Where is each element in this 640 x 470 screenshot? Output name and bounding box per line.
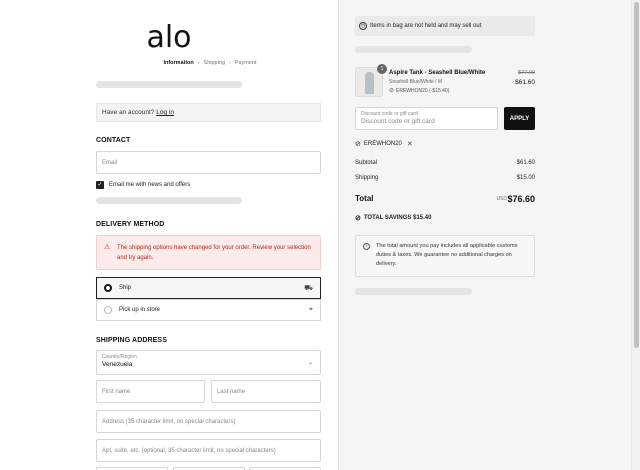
chevron-right-icon: › bbox=[197, 60, 200, 66]
total-row: Total USD $76.60 bbox=[355, 194, 535, 204]
duties-info-text: The total amount you pay includes all ap… bbox=[376, 243, 518, 267]
shipping-value: $15.00 bbox=[516, 175, 535, 181]
pickup-radio[interactable] bbox=[104, 306, 112, 314]
chevron-down-icon: ⌄ bbox=[307, 360, 313, 366]
shipping-alert: ⚠ The shipping options have changed for … bbox=[96, 235, 321, 270]
checkout-form-panel: alo Information › Shipping › Payment Have an… bbox=[0, 0, 338, 470]
quantity-badge: 1 bbox=[377, 64, 387, 74]
savings-label: TOTAL SAVINGS bbox=[363, 215, 412, 221]
product-thumbnail: 1 bbox=[355, 64, 387, 97]
product-discount: ⊘ EREWHON20 (-$15.40) bbox=[389, 87, 450, 95]
chevron-right-icon: › bbox=[228, 60, 231, 66]
apartment-placeholder: Apt, suite, etc. (optional, 35 character… bbox=[102, 447, 276, 454]
product-variant: Seashell Blue/White / M bbox=[389, 79, 443, 85]
cart-line-item: 1 Aspire Tank - Seashell Blue/White Seas… bbox=[355, 64, 535, 97]
account-prompt-text: Have an account? bbox=[102, 109, 155, 116]
warning-icon: ⚠ bbox=[104, 244, 111, 251]
savings-value: $15.40 bbox=[413, 215, 432, 221]
shipping-address-title: SHIPPING ADDRESS bbox=[96, 337, 167, 344]
address-field[interactable]: Address (35 character limit, no special … bbox=[96, 410, 321, 433]
subtotal-label: Subtotal bbox=[355, 160, 378, 166]
loading-placeholder bbox=[96, 197, 242, 204]
tag-icon: ⊘ bbox=[355, 215, 361, 222]
country-select[interactable]: Country/Region Venezuela ⌄ bbox=[96, 350, 321, 375]
stock-notice-text: Items in bag are not held and may sell o… bbox=[370, 23, 482, 29]
brand-logo[interactable]: alo bbox=[0, 20, 338, 55]
address-placeholder: Address (35 character limit, no special … bbox=[102, 418, 236, 425]
clock-icon: ◷ bbox=[359, 22, 367, 30]
original-price: $77.00 bbox=[518, 70, 535, 76]
contact-title: CONTACT bbox=[96, 137, 131, 144]
breadcrumb-payment: Payment bbox=[234, 60, 257, 66]
page-scrollbar[interactable] bbox=[631, 0, 640, 470]
delivery-option-pickup[interactable]: Pick up in store ⌖ bbox=[96, 299, 321, 321]
shipping-label: Shipping bbox=[355, 175, 379, 181]
discount-code-placeholder: Discount code or gift card bbox=[361, 118, 435, 125]
last-name-field[interactable]: Last name bbox=[211, 380, 321, 403]
tag-icon: ⊘ bbox=[355, 140, 361, 148]
info-icon: i bbox=[363, 243, 370, 250]
apply-button[interactable]: APPLY bbox=[504, 107, 535, 130]
currency-code: USD bbox=[496, 196, 507, 202]
product-name: Aspire Tank - Seashell Blue/White bbox=[389, 70, 486, 76]
last-name-placeholder: Last name bbox=[217, 388, 246, 395]
scrollbar-thumb[interactable] bbox=[634, 2, 639, 348]
subtotal-value: $61.60 bbox=[516, 160, 535, 166]
total-savings: ⊘ TOTAL SAVINGS $15.40 bbox=[355, 214, 431, 222]
loading-placeholder bbox=[355, 46, 472, 53]
first-name-field[interactable]: First name bbox=[96, 380, 205, 403]
tag-icon: ⊘ bbox=[389, 88, 395, 94]
country-label: Country/Region bbox=[102, 354, 137, 360]
shipping-alert-text: The shipping options have changed for yo… bbox=[117, 245, 311, 261]
apartment-field[interactable]: Apt, suite, etc. (optional, 35 character… bbox=[96, 439, 321, 462]
loading-placeholder bbox=[355, 288, 472, 295]
location-pin-icon: ⌖ bbox=[309, 306, 313, 313]
email-field[interactable]: Email bbox=[96, 151, 321, 174]
first-name-placeholder: First name bbox=[102, 388, 131, 395]
total-label: Total bbox=[355, 194, 374, 203]
shipping-row: Shipping $15.00 bbox=[355, 175, 535, 181]
breadcrumb: Information › Shipping › Payment bbox=[0, 60, 338, 66]
login-link[interactable]: Log in bbox=[156, 109, 174, 116]
sale-price: $61.60 bbox=[515, 79, 535, 86]
ship-label: Ship bbox=[119, 285, 132, 291]
delivery-option-ship[interactable]: Ship ⛟ bbox=[96, 277, 321, 299]
truck-icon: ⛟ bbox=[304, 284, 313, 292]
subtotal-row: Subtotal $61.60 bbox=[355, 160, 535, 166]
country-value: Venezuela bbox=[102, 361, 133, 368]
duties-info-box: i The total amount you pay includes all … bbox=[355, 235, 535, 277]
applied-code: EREWHON20 bbox=[363, 140, 402, 147]
total-value: $76.60 bbox=[507, 194, 535, 204]
newsletter-checkbox[interactable]: ✓ bbox=[96, 181, 104, 189]
pickup-label: Pick up in store bbox=[119, 307, 161, 313]
stock-notice: ◷ Items in bag are not held and may sell… bbox=[355, 16, 535, 36]
product-image bbox=[365, 72, 374, 94]
loading-placeholder bbox=[96, 81, 242, 88]
newsletter-option[interactable]: ✓ Email me with news and offers bbox=[96, 181, 190, 189]
account-prompt: Have an account? Log in bbox=[96, 103, 321, 122]
remove-discount-icon[interactable]: ✕ bbox=[407, 140, 413, 148]
breadcrumb-shipping: Shipping bbox=[203, 60, 225, 66]
breadcrumb-information[interactable]: Information bbox=[163, 60, 193, 66]
email-placeholder: Email bbox=[102, 159, 118, 166]
discount-code-label: Discount code or gift card bbox=[361, 111, 418, 117]
product-discount-text: EREWHON20 (-$15.40) bbox=[396, 87, 450, 94]
applied-discount-chip: ⊘ EREWHON20 ✕ bbox=[355, 138, 413, 149]
ship-radio[interactable] bbox=[104, 284, 112, 292]
newsletter-label: Email me with news and offers bbox=[109, 182, 191, 188]
discount-code-input[interactable]: Discount code or gift card Discount code… bbox=[355, 107, 498, 130]
delivery-method-title: DELIVERY METHOD bbox=[96, 221, 165, 228]
